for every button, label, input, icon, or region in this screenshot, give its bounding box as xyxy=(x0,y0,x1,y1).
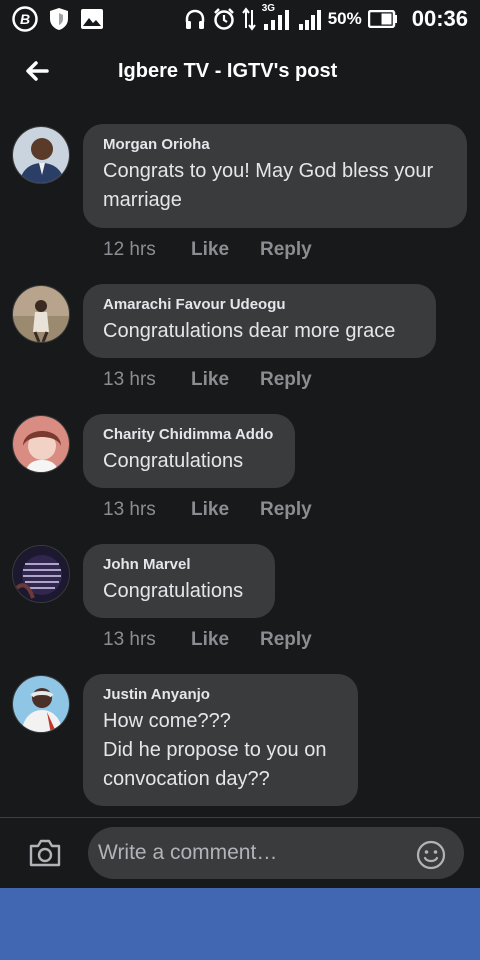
like-button[interactable]: Like xyxy=(191,369,260,391)
comment-actions: 13 hrs Like Reply xyxy=(103,369,312,391)
arrow-left-icon xyxy=(26,61,49,81)
b-app-icon: B xyxy=(12,6,38,32)
avatar[interactable] xyxy=(12,285,70,343)
comment-bubble[interactable]: Morgan Orioha Congrats to you! May God b… xyxy=(83,124,467,228)
camera-icon xyxy=(29,839,61,867)
page-title: Igbere TV - IGTV's post xyxy=(118,60,338,82)
reply-button[interactable]: Reply xyxy=(260,369,312,391)
comment-item: Amarachi Favour Udeogu Congratulations d… xyxy=(0,284,480,394)
data-arrows-icon xyxy=(241,7,256,31)
emoji-button[interactable] xyxy=(416,840,446,870)
navigation-bar xyxy=(0,888,480,960)
comment-time: 13 hrs xyxy=(103,629,156,650)
comment-item: John Marvel Congratulations 13 hrs Like … xyxy=(0,544,480,654)
reply-button[interactable]: Reply xyxy=(260,629,312,651)
comment-bubble[interactable]: Amarachi Favour Udeogu Congratulations d… xyxy=(83,284,436,358)
comment-bubble[interactable]: John Marvel Congratulations xyxy=(83,544,275,618)
signal-icon-2 xyxy=(298,7,322,31)
comment-author[interactable]: Amarachi Favour Udeogu xyxy=(103,296,416,313)
comment-author[interactable]: Justin Anyanjo xyxy=(103,686,338,703)
avatar[interactable] xyxy=(12,415,70,473)
reply-button[interactable]: Reply xyxy=(260,239,312,261)
signal-icon: 3G xyxy=(262,3,292,31)
svg-text:B: B xyxy=(20,11,30,27)
comment-time: 12 hrs xyxy=(103,239,156,260)
comment-actions: 13 hrs Like Reply xyxy=(103,629,312,651)
like-button[interactable]: Like xyxy=(191,239,260,261)
battery-percent: 50% xyxy=(327,9,362,28)
comment-item: Morgan Orioha Congrats to you! May God b… xyxy=(0,124,480,264)
alarm-clock-icon xyxy=(212,7,236,31)
image-icon xyxy=(80,8,104,30)
comment-text: Congrats to you! May God bless your marr… xyxy=(103,160,434,211)
comment-actions: 13 hrs Like Reply xyxy=(103,499,312,521)
headphones-icon xyxy=(184,8,206,30)
comment-item: Justin Anyanjo How come??? Did he propos… xyxy=(0,674,480,814)
reply-button[interactable]: Reply xyxy=(260,499,312,521)
status-bar: B 3G 50% 00:36 xyxy=(0,0,480,38)
comment-text: Congratulations dear more grace xyxy=(103,320,396,342)
comment-author[interactable]: Charity Chidimma Addo xyxy=(103,426,275,443)
network-type-label: 3G xyxy=(261,3,276,14)
comment-time: 13 hrs xyxy=(103,369,156,390)
shield-icon xyxy=(48,7,70,31)
avatar[interactable] xyxy=(12,675,70,733)
comment-item: Charity Chidimma Addo Congratulations 13… xyxy=(0,414,480,524)
like-button[interactable]: Like xyxy=(191,629,260,651)
battery-icon xyxy=(367,10,398,28)
comment-author[interactable]: Morgan Orioha xyxy=(103,136,447,153)
camera-button[interactable] xyxy=(28,838,62,868)
comment-author[interactable]: John Marvel xyxy=(103,556,255,573)
comment-bubble[interactable]: Justin Anyanjo How come??? Did he propos… xyxy=(83,674,358,806)
avatar[interactable] xyxy=(12,126,70,184)
comment-text: Congratulations xyxy=(103,450,244,472)
back-button[interactable] xyxy=(22,56,52,86)
like-button[interactable]: Like xyxy=(191,499,260,521)
comment-composer xyxy=(0,817,480,888)
emoji-icon xyxy=(416,840,446,870)
comment-text: How come??? Did he propose to you on con… xyxy=(103,710,327,790)
comment-input[interactable] xyxy=(88,827,464,879)
clock-time: 00:36 xyxy=(411,6,468,31)
comment-bubble[interactable]: Charity Chidimma Addo Congratulations xyxy=(83,414,295,488)
avatar[interactable] xyxy=(12,545,70,603)
comment-text: Congratulations xyxy=(103,580,244,602)
post-header: Igbere TV - IGTV's post xyxy=(0,38,480,106)
comment-actions: 12 hrs Like Reply xyxy=(103,239,312,261)
comment-time: 13 hrs xyxy=(103,499,156,520)
